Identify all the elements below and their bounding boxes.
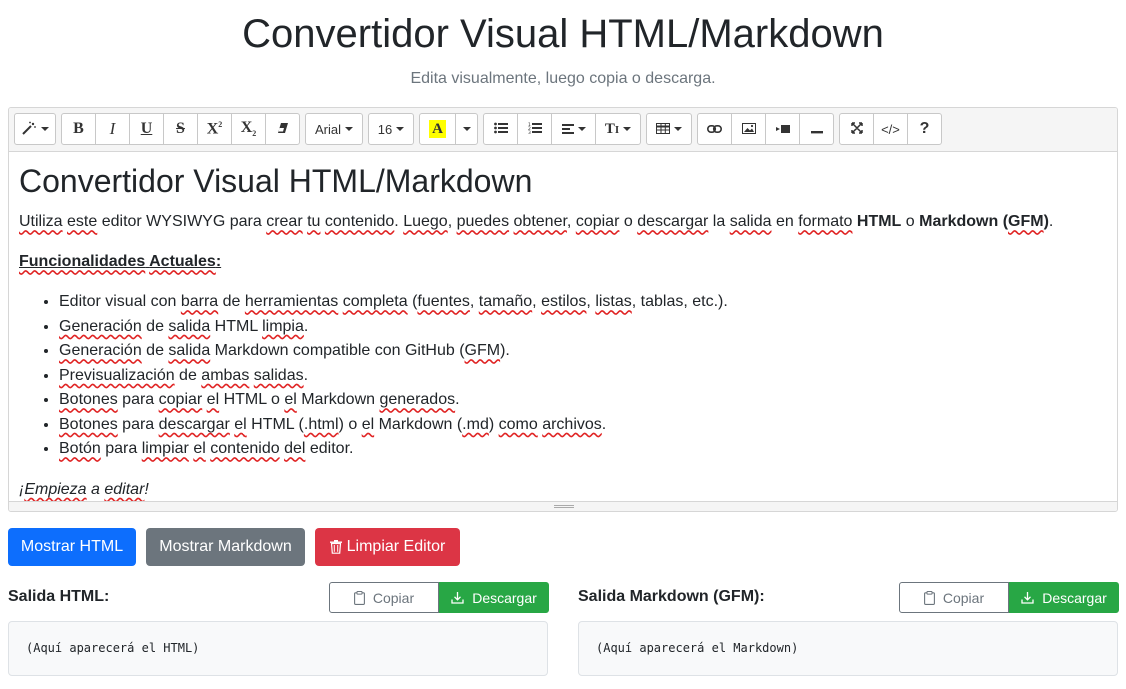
clipboard-icon [353, 590, 369, 605]
bold-icon: B [73, 120, 84, 137]
superscript-icon: X2 [206, 119, 223, 138]
table-icon [656, 121, 670, 137]
page-title: Convertidor Visual HTML/Markdown [242, 12, 884, 56]
font-color-icon: A [429, 120, 446, 138]
picture-icon [741, 121, 756, 137]
picture-button[interactable] [731, 113, 766, 145]
clear-editor-label: Limpiar Editor [346, 538, 446, 555]
style-button[interactable] [14, 113, 56, 145]
editor-resize-handle[interactable] [9, 501, 1117, 511]
horizontal-rule-button[interactable] [799, 113, 834, 145]
download-markdown-button[interactable]: Descargar [1009, 582, 1119, 613]
subscript-button[interactable]: X2 [231, 113, 266, 145]
list-item: Botones para descargar el HTML (.html) o… [59, 413, 1107, 438]
wysiwyg-editor: B I U S X2 X2 Arial 16 A 123 TI </> ? Co… [8, 107, 1118, 512]
help-button[interactable]: ? [907, 113, 942, 145]
markdown-output-label: Salida Markdown (GFM): [578, 588, 765, 605]
superscript-button[interactable]: X2 [197, 113, 232, 145]
copy-markdown-button[interactable]: Copiar [899, 582, 1009, 613]
video-button[interactable] [765, 113, 800, 145]
help-icon: ? [919, 120, 930, 137]
show-markdown-button[interactable]: Mostrar Markdown [146, 528, 305, 566]
magic-icon [21, 121, 37, 138]
list-item: Botones para copiar el HTML o el Markdow… [59, 388, 1107, 413]
font-name-label: Arial [314, 121, 341, 137]
download-markdown-label: Descargar [1042, 589, 1107, 606]
html-output-box: (Aquí aparecerá el HTML) [8, 621, 548, 676]
table-dropdown[interactable] [646, 113, 692, 145]
copy-markdown-label: Copiar [942, 589, 985, 606]
bold-button[interactable]: B [61, 113, 96, 145]
unordered-list-button[interactable] [483, 113, 518, 145]
align-icon [561, 121, 574, 137]
underline-icon: U [140, 120, 153, 137]
markdown-output-actions: Copiar Descargar [899, 582, 1119, 613]
unordered-list-icon [493, 121, 508, 137]
download-icon [1021, 591, 1038, 604]
ordered-list-icon: 123 [528, 121, 542, 137]
font-name-dropdown[interactable]: Arial [305, 113, 363, 145]
font-size-label: 16 [377, 121, 393, 137]
features-heading: Funcionalidades Actuales: [19, 253, 222, 271]
video-icon [775, 121, 790, 137]
line-height-icon: TI [604, 120, 620, 137]
strikethrough-button[interactable]: S [163, 113, 198, 145]
fullscreen-button[interactable] [839, 113, 874, 145]
link-icon [707, 121, 722, 137]
font-color-dropdown[interactable] [455, 113, 478, 145]
download-icon [451, 591, 468, 604]
font-color-button[interactable]: A [419, 113, 456, 145]
download-html-button[interactable]: Descargar [439, 582, 549, 613]
font-size-dropdown[interactable]: 16 [368, 113, 414, 145]
list-item: Editor visual con barra de herramientas … [59, 290, 1107, 315]
code-view-icon: </> [881, 121, 900, 137]
underline-button[interactable]: U [129, 113, 164, 145]
content-closing: ¡Empieza a editar! [19, 480, 149, 498]
ordered-list-button[interactable]: 123 [517, 113, 552, 145]
subscript-icon: X2 [240, 119, 257, 139]
editor-content[interactable]: Convertidor Visual HTML/Markdown Utiliza… [9, 152, 1117, 502]
editor-toolbar: B I U S X2 X2 Arial 16 A 123 TI </> ? [9, 108, 1117, 152]
svg-text:3: 3 [528, 130, 531, 134]
paragraph-align-dropdown[interactable] [551, 113, 596, 145]
horizontal-rule-icon [810, 121, 823, 137]
list-item: Botón para limpiar el contenido del edit… [59, 437, 1107, 462]
html-output-label: Salida HTML: [8, 588, 110, 605]
copy-html-label: Copiar [372, 589, 415, 606]
strikethrough-icon: S [176, 120, 185, 137]
italic-button[interactable]: I [95, 113, 130, 145]
eraser-icon [277, 121, 289, 137]
page: Convertidor Visual HTML/Markdown Edita v… [0, 0, 1126, 689]
copy-html-button[interactable]: Copiar [329, 582, 439, 613]
chevron-down-icon [462, 127, 471, 131]
download-html-label: Descargar [472, 589, 537, 606]
fullscreen-icon [850, 121, 863, 137]
markdown-output-box: (Aquí aparecerá el Markdown) [578, 621, 1118, 676]
clear-editor-button[interactable]: Limpiar Editor [315, 528, 460, 566]
clear-format-button[interactable] [265, 113, 300, 145]
content-intro: Utiliza este editor WYSIWYG para crear t… [19, 213, 1054, 231]
clipboard-icon [923, 590, 939, 605]
page-subtitle: Edita visualmente, luego copia o descarg… [410, 70, 716, 87]
list-item: Generación de salida Markdown compatible… [59, 339, 1107, 364]
features-list: Editor visual con barra de herramientas … [19, 290, 1107, 462]
trash-icon [329, 540, 342, 554]
list-item: Previsualización de ambas salidas. [59, 364, 1107, 389]
html-output-actions: Copiar Descargar [329, 582, 549, 613]
italic-icon: I [109, 119, 116, 138]
list-item: Generación de salida HTML limpia. [59, 315, 1107, 340]
content-heading: Convertidor Visual HTML/Markdown [19, 163, 533, 199]
link-button[interactable] [697, 113, 732, 145]
show-html-button[interactable]: Mostrar HTML [8, 528, 136, 566]
line-height-dropdown[interactable]: TI [595, 113, 641, 145]
code-view-button[interactable]: </> [873, 113, 908, 145]
